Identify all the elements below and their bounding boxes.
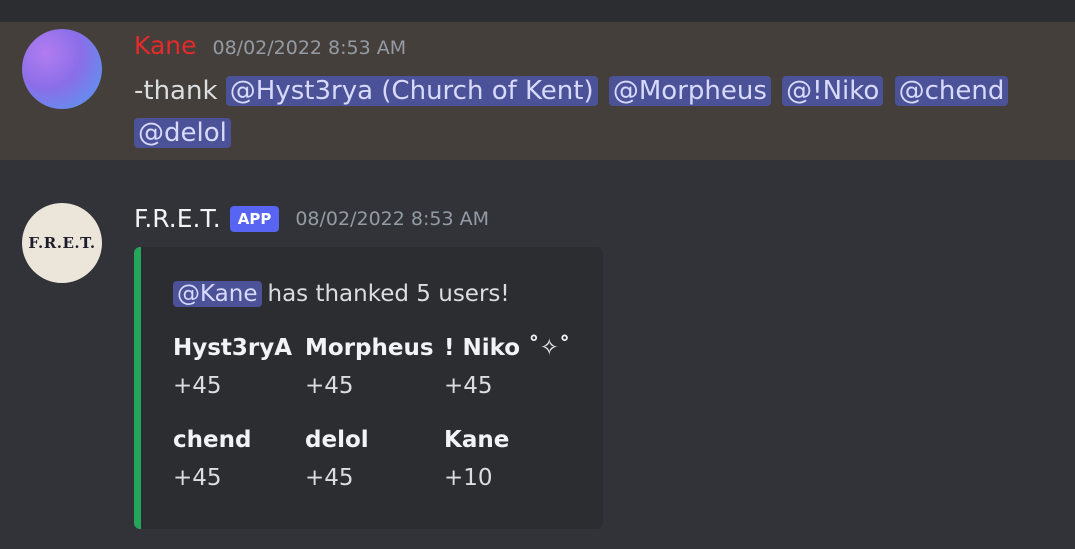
embed-field: chend +45 <box>173 427 251 491</box>
embed-description-text: has thanked 5 users! <box>267 281 510 307</box>
author-name-fret[interactable]: F.R.E.T. <box>134 204 221 233</box>
embed-field-value: +45 <box>305 373 354 399</box>
embed-field-value: +45 <box>305 465 354 491</box>
mention-hyst3rya[interactable]: @Hyst3rya (Church of Kent) <box>225 76 598 106</box>
message-command-text: -thank <box>134 76 218 106</box>
embed-field: Morpheus +45 <box>305 335 434 399</box>
avatar-kane[interactable] <box>22 29 102 109</box>
avatar-fret[interactable]: F.R.E.T. <box>22 203 102 283</box>
bot-embed: @Kane has thanked 5 users! Hyst3ryA +45 M… <box>134 247 603 529</box>
avatar-logo-text: F.R.E.T. <box>28 234 96 252</box>
message-timestamp: 08/02/2022 8:53 AM <box>295 207 489 230</box>
embed-field: ! Niko ˚✧˚ +45 <box>444 335 570 399</box>
app-badge: APP <box>229 205 280 232</box>
mention-kane[interactable]: @Kane <box>173 281 262 307</box>
message-header-kane: Kane 08/02/2022 8:53 AM <box>134 31 406 60</box>
embed-field-name: chend <box>173 427 252 453</box>
embed-field-value: +45 <box>444 373 493 399</box>
mention-chend[interactable]: @chend <box>894 76 1009 106</box>
mention-delol[interactable]: @delol <box>134 118 231 148</box>
embed-field-name: Kane <box>444 427 510 453</box>
embed-field-name: ! Niko ˚✧˚ <box>444 335 571 361</box>
embed-description: @Kane has thanked 5 users! <box>173 281 510 307</box>
mention-niko[interactable]: @!Niko <box>782 76 884 106</box>
embed-field-name: delol <box>305 427 369 453</box>
embed-field-value: +45 <box>173 465 222 491</box>
message-timestamp: 08/02/2022 8:53 AM <box>212 37 407 59</box>
embed-field: Kane +10 <box>444 427 509 491</box>
message-header-fret: F.R.E.T. APP 08/02/2022 8:53 AM <box>134 204 489 233</box>
embed-field: delol +45 <box>305 427 369 491</box>
embed-field-name: Morpheus <box>305 335 434 361</box>
previous-message-area <box>0 0 1075 22</box>
embed-field-value: +10 <box>444 465 493 491</box>
message-content-kane: -thank @Hyst3rya (Church of Kent) @Morph… <box>134 70 1064 154</box>
embed-field-name: Hyst3ryA <box>173 335 293 361</box>
embed-field-value: +45 <box>173 373 222 399</box>
author-name-kane[interactable]: Kane <box>134 31 197 60</box>
mention-morpheus[interactable]: @Morpheus <box>608 76 771 106</box>
embed-field: Hyst3ryA +45 <box>173 335 292 399</box>
